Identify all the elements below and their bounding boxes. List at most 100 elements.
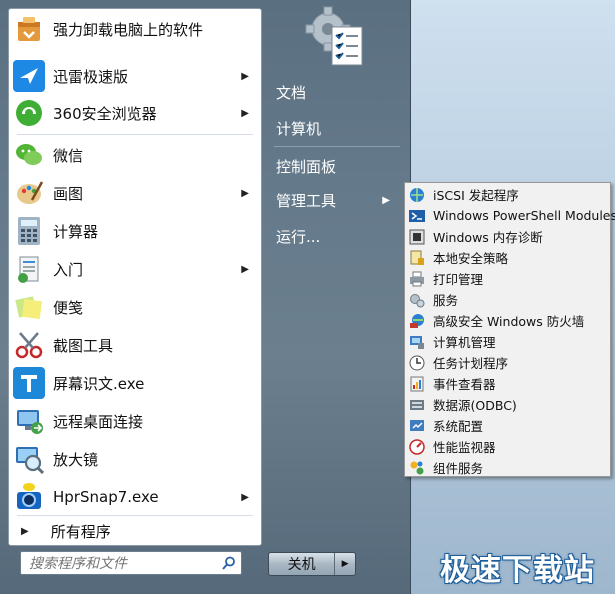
program-label: 360安全浏览器 [53, 104, 157, 123]
firewall-icon [409, 313, 425, 329]
separator [17, 134, 253, 135]
shutdown-options-arrow-icon[interactable]: ▶ [334, 553, 355, 575]
documents-link[interactable]: 文档 [270, 77, 400, 107]
submenu-label: 组件服务 [433, 461, 484, 476]
submenu-label: 打印管理 [433, 272, 484, 287]
computer-label: 计算机 [276, 119, 322, 138]
submenu-item-event-viewer[interactable]: 事件查看器 [407, 373, 608, 394]
run-label: 运行... [276, 227, 321, 246]
program-item-calculator[interactable]: 计算器 [9, 213, 261, 249]
security-policy-icon [409, 250, 425, 266]
submenu-label: Windows PowerShell Modules [433, 208, 615, 223]
admin-tools-link[interactable]: 管理工具 ▶ [270, 185, 400, 215]
program-item-magnifier[interactable]: 放大镜 [9, 441, 261, 477]
submenu-label: 事件查看器 [433, 377, 496, 392]
submenu-label: 服务 [433, 293, 459, 308]
camera-icon [13, 481, 45, 513]
magnifier-icon [13, 443, 45, 475]
program-label: 迅雷极速版 [53, 67, 129, 86]
program-label: 截图工具 [53, 336, 114, 355]
program-item-thunder[interactable]: 迅雷极速版 ▶ [9, 58, 261, 94]
all-programs-label: 所有程序 [50, 522, 111, 541]
submenu-item-powershell[interactable]: Windows PowerShell Modules [407, 205, 615, 226]
performance-icon [409, 438, 425, 455]
submenu-item-services[interactable]: 服务 [407, 289, 608, 310]
system-config-icon [409, 418, 425, 434]
run-link[interactable]: 运行... [270, 221, 400, 251]
search-input[interactable] [27, 554, 216, 574]
program-item-uninstall[interactable]: 强力卸载电脑上的软件 [9, 11, 261, 47]
getting-started-icon [13, 253, 45, 285]
expand-arrow-icon: ▶ [21, 525, 29, 537]
program-item-remote-desktop[interactable]: 远程桌面连接 [9, 403, 261, 439]
program-item-sticky-notes[interactable]: 便笺 [9, 289, 261, 325]
submenu-label: Windows 内存诊断 [433, 230, 543, 245]
submenu-label: 数据源(ODBC) [433, 398, 517, 413]
admin-tools-submenu: iSCSI 发起程序 Windows PowerShell Modules Wi… [404, 182, 615, 478]
all-programs-button[interactable]: ▶ 所有程序 [9, 517, 261, 545]
submenu-item-odbc[interactable]: 数据源(ODBC) [407, 394, 608, 415]
submenu-label: 计算机管理 [433, 335, 496, 350]
shutdown-label: 关机 [287, 557, 316, 573]
powershell-icon [409, 208, 425, 224]
program-item-screen-ocr[interactable]: 屏幕识文.exe [9, 365, 261, 401]
program-label: 计算器 [53, 222, 99, 241]
program-label: 微信 [53, 146, 84, 165]
submenu-item-performance-monitor[interactable]: 性能监视器 [407, 436, 608, 457]
remote-desktop-icon [13, 405, 45, 437]
start-menu: 强力卸载电脑上的软件 迅雷极速版 ▶ 360安全浏览器 ▶ 微信 画图 ▶ 计算… [0, 0, 411, 594]
submenu-label: 任务计划程序 [433, 356, 509, 371]
submenu-item-iscsi[interactable]: iSCSI 发起程序 [407, 184, 608, 205]
program-label: 放大镜 [53, 450, 99, 469]
sticky-notes-icon [13, 291, 45, 323]
submenu-item-memory-diagnostic[interactable]: Windows 内存诊断 [407, 226, 608, 247]
control-panel-link[interactable]: 控制面板 [270, 151, 400, 181]
program-label: 强力卸载电脑上的软件 [53, 20, 204, 39]
submenu-arrow-icon: ▶ [241, 107, 249, 119]
program-label: 远程桌面连接 [53, 412, 144, 431]
submenu-arrow-icon: ▶ [241, 187, 249, 199]
event-viewer-icon [409, 376, 425, 392]
shutdown-button[interactable]: 关机 ▶ [268, 552, 356, 576]
search-icon[interactable] [221, 555, 237, 571]
submenu-item-firewall[interactable]: 高级安全 Windows 防火墙 [407, 310, 608, 331]
submenu-label: 高级安全 Windows 防火墙 [433, 314, 585, 329]
thunder-bird-icon [13, 60, 45, 92]
program-item-paint[interactable]: 画图 ▶ [9, 175, 261, 211]
program-label: HprSnap7.exe [53, 488, 159, 506]
control-panel-label: 控制面板 [276, 157, 337, 176]
wechat-icon [13, 139, 45, 171]
program-label: 便笺 [53, 298, 84, 317]
submenu-item-task-scheduler[interactable]: 任务计划程序 [407, 352, 608, 373]
text-t-icon [13, 367, 45, 399]
submenu-item-system-config[interactable]: 系统配置 [407, 415, 608, 436]
admin-tools-label: 管理工具 [276, 191, 337, 210]
program-item-getting-started[interactable]: 入门 ▶ [9, 251, 261, 287]
watermark-logo: 极速下载站 [440, 553, 595, 588]
programs-pane: 强力卸载电脑上的软件 迅雷极速版 ▶ 360安全浏览器 ▶ 微信 画图 ▶ 计算… [8, 8, 262, 546]
database-icon [409, 397, 425, 413]
program-label: 屏幕识文.exe [53, 374, 145, 393]
calculator-icon [13, 215, 45, 247]
submenu-item-computer-management[interactable]: 计算机管理 [407, 331, 608, 352]
program-item-hprsnap[interactable]: HprSnap7.exe ▶ [9, 479, 261, 515]
submenu-arrow-icon: ▶ [241, 491, 249, 503]
program-item-snipping-tool[interactable]: 截图工具 [9, 327, 261, 363]
clock-icon [409, 355, 425, 371]
globe-icon [409, 187, 425, 203]
submenu-item-local-security-policy[interactable]: 本地安全策略 [407, 247, 608, 268]
program-label: 入门 [53, 260, 84, 279]
submenu-arrow-icon: ▶ [241, 70, 249, 82]
computer-link[interactable]: 计算机 [270, 113, 400, 143]
submenu-item-component-services[interactable]: 组件服务 [407, 457, 608, 478]
program-item-360-browser[interactable]: 360安全浏览器 ▶ [9, 95, 261, 131]
submenu-arrow-icon: ▶ [241, 263, 249, 275]
submenu-item-print-management[interactable]: 打印管理 [407, 268, 608, 289]
computer-management-icon [409, 334, 425, 350]
uninstall-box-icon [13, 13, 45, 45]
program-item-wechat[interactable]: 微信 [9, 137, 261, 173]
submenu-label: 性能监视器 [433, 440, 496, 455]
documents-label: 文档 [276, 83, 307, 102]
search-box[interactable] [20, 551, 242, 575]
separator [274, 146, 400, 147]
